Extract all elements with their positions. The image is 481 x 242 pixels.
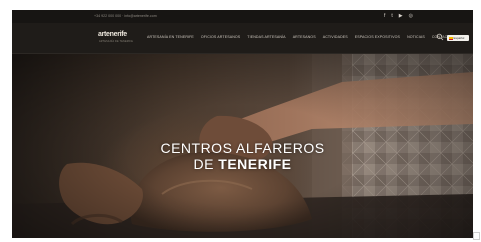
main-menu: ARTESANÍA EN TENERIFE OFICIOS ARTESANOS … [147, 35, 452, 39]
menu-item-artesanos[interactable]: ARTESANOS [293, 35, 316, 39]
hero-title-line1: CENTROS ALFAREROS [160, 140, 325, 156]
hero-title-prefix: DE [193, 156, 219, 172]
twitter-icon[interactable]: t [391, 13, 392, 19]
instagram-icon[interactable]: ◎ [409, 13, 413, 19]
hero-title-bold: TENERIFE [218, 156, 292, 172]
youtube-icon[interactable]: ▶ [399, 13, 403, 19]
hero-title-line2: DE TENERIFE [12, 156, 473, 172]
menu-item-noticias[interactable]: NOTICIAS [407, 35, 425, 39]
top-info-bar: +34 922 000 000 · info@artenerife.com f … [12, 10, 473, 23]
menu-item-espacios-expositivos[interactable]: ESPACIOS EXPOSITIVOS [355, 35, 400, 39]
contact-info: +34 922 000 000 · info@artenerife.com [94, 14, 157, 18]
facebook-icon[interactable]: f [384, 13, 385, 19]
hero-banner: CENTROS ALFAREROS DE TENERIFE [12, 54, 473, 238]
language-label: Español [453, 36, 465, 41]
site-logo[interactable]: artenerife ARTESANÍA DE TENERIFE [98, 29, 133, 46]
menu-item-artesania-en-tenerife[interactable]: ARTESANÍA EN TENERIFE [147, 35, 194, 39]
language-selector[interactable]: Español [447, 35, 469, 41]
spain-flag-icon [448, 36, 453, 40]
website: +34 922 000 000 · info@artenerife.com f … [12, 10, 473, 238]
menu-item-actividades[interactable]: ACTIVIDADES [323, 35, 348, 39]
hero-title: CENTROS ALFAREROS DE TENERIFE [12, 140, 473, 172]
search-icon[interactable] [436, 33, 444, 41]
logo-wordmark: artenerife [98, 31, 127, 38]
logo-tagline: ARTESANÍA DE TENERIFE [99, 40, 134, 43]
social-links: f t ▶ ◎ [384, 13, 413, 19]
menu-item-tiendas-artesania[interactable]: TIENDAS ARTESANÍA [247, 35, 285, 39]
scroll-to-top-button[interactable] [473, 232, 480, 240]
menu-item-oficios-artesanos[interactable]: OFICIOS ARTESANOS [201, 35, 240, 39]
main-navbar: artenerife ARTESANÍA DE TENERIFE ARTESAN… [12, 23, 473, 54]
